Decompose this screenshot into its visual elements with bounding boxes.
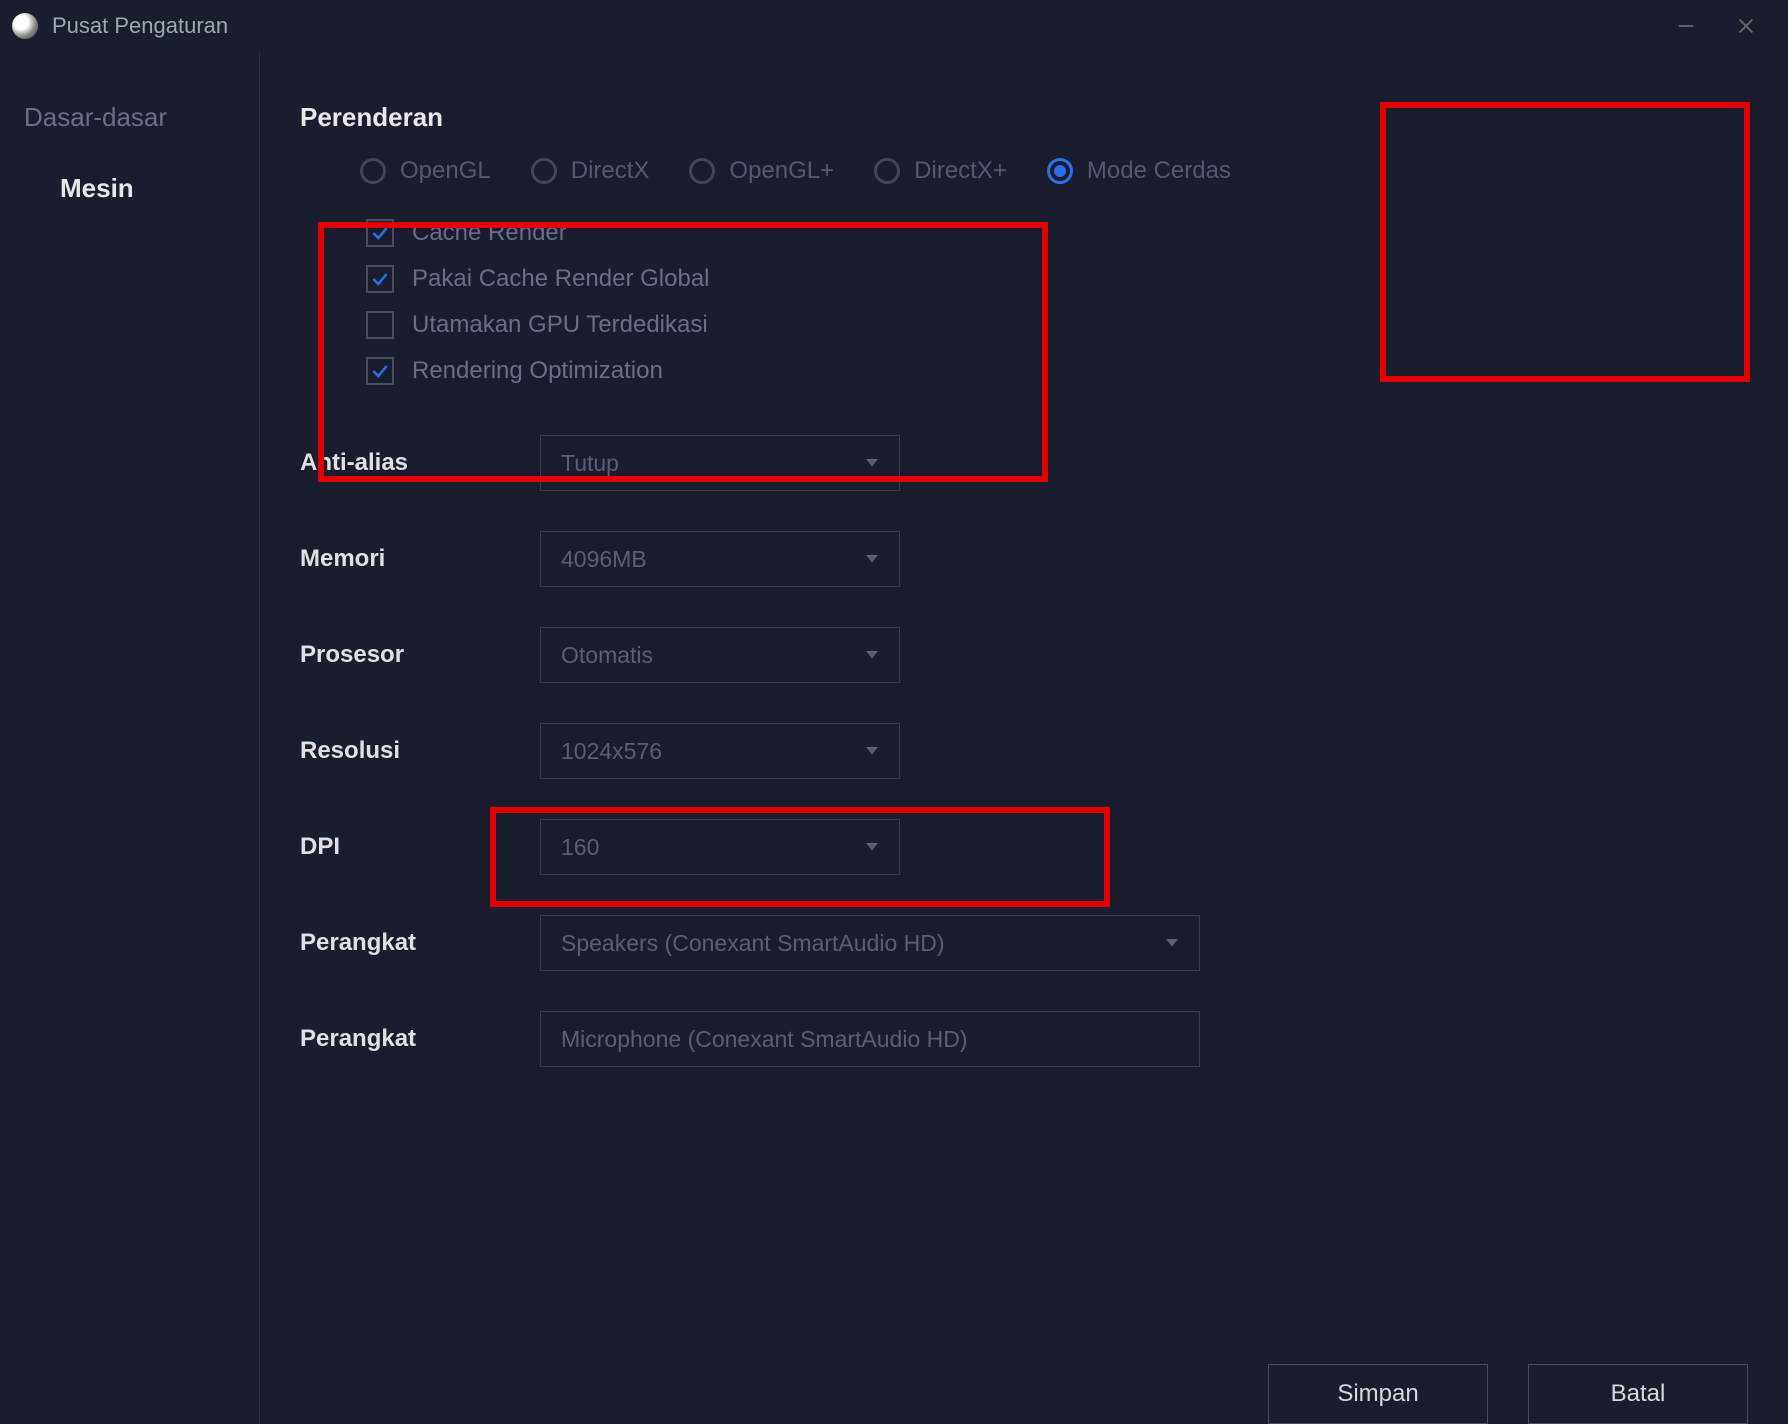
radio-label: DirectX+ — [914, 157, 1007, 185]
radio-dot-icon — [689, 158, 715, 184]
app-logo-icon — [12, 13, 38, 39]
label-processor: Prosesor — [300, 641, 540, 669]
select-value: 160 — [561, 834, 599, 861]
checkbox-render-optimization[interactable]: Rendering Optimization — [366, 357, 1070, 385]
chevron-down-icon — [863, 834, 881, 861]
chevron-down-icon — [1163, 930, 1181, 957]
sidebar-item-label: Dasar-dasar — [24, 102, 167, 132]
label-device-output: Perangkat — [300, 929, 540, 957]
footer: Simpan Batal — [1268, 1364, 1748, 1424]
radio-dot-icon — [874, 158, 900, 184]
radio-label: DirectX — [571, 157, 650, 185]
select-value: Speakers (Conexant SmartAudio HD) — [561, 930, 945, 957]
chevron-down-icon — [863, 642, 881, 669]
minimize-button[interactable] — [1656, 6, 1716, 46]
chevron-down-icon — [863, 546, 881, 573]
radio-dot-icon — [1047, 158, 1073, 184]
checkbox-global-cache[interactable]: Pakai Cache Render Global — [366, 265, 1070, 293]
select-processor[interactable]: Otomatis — [540, 627, 900, 683]
titlebar: Pusat Pengaturan — [0, 0, 1788, 52]
label-anti-alias: Anti-alias — [300, 449, 540, 477]
window-title: Pusat Pengaturan — [52, 13, 1656, 39]
select-value: Otomatis — [561, 642, 653, 669]
select-anti-alias[interactable]: Tutup — [540, 435, 900, 491]
button-label: Simpan — [1337, 1380, 1418, 1408]
checkbox-box-icon — [366, 357, 394, 385]
label-memory: Memori — [300, 545, 540, 573]
radio-opengl-plus[interactable]: OpenGL+ — [689, 157, 834, 185]
radio-directx-plus[interactable]: DirectX+ — [874, 157, 1007, 185]
minimize-icon — [1675, 15, 1697, 37]
sidebar: Dasar-dasar Mesin — [0, 52, 260, 1424]
select-value: 1024x576 — [561, 738, 662, 765]
label-dpi: DPI — [300, 833, 540, 861]
section-title-render: Perenderan — [300, 102, 1748, 133]
checkbox-label: Rendering Optimization — [412, 357, 663, 385]
checkbox-box-icon — [366, 219, 394, 247]
label-resolution: Resolusi — [300, 737, 540, 765]
sidebar-item-label: Mesin — [60, 173, 134, 203]
radio-label: Mode Cerdas — [1087, 157, 1231, 185]
select-value: 4096MB — [561, 546, 647, 573]
button-label: Batal — [1611, 1380, 1666, 1408]
select-memory[interactable]: 4096MB — [540, 531, 900, 587]
highlight-box — [1380, 102, 1750, 382]
render-mode-group: OpenGL DirectX OpenGL+ DirectX+ Mode Cer… — [360, 157, 1748, 185]
radio-directx[interactable]: DirectX — [531, 157, 650, 185]
select-resolution[interactable]: 1024x576 — [540, 723, 900, 779]
input-value: Microphone (Conexant SmartAudio HD) — [561, 1026, 968, 1053]
radio-dot-icon — [531, 158, 557, 184]
radio-label: OpenGL+ — [729, 157, 834, 185]
checkbox-cache-render[interactable]: Cache Render — [366, 219, 1070, 247]
checkbox-box-icon — [366, 265, 394, 293]
close-icon — [1735, 15, 1757, 37]
chevron-down-icon — [863, 450, 881, 477]
sidebar-item-engine[interactable]: Mesin — [0, 153, 259, 224]
close-button[interactable] — [1716, 6, 1776, 46]
sidebar-item-basics[interactable]: Dasar-dasar — [0, 82, 259, 153]
main-panel: Perenderan OpenGL DirectX OpenGL+ Direct… — [260, 52, 1788, 1424]
chevron-down-icon — [863, 738, 881, 765]
select-value: Tutup — [561, 450, 619, 477]
checkbox-label: Cache Render — [412, 219, 567, 247]
checkbox-dedicated-gpu[interactable]: Utamakan GPU Terdedikasi — [366, 311, 1070, 339]
save-button[interactable]: Simpan — [1268, 1364, 1488, 1424]
label-device-input: Perangkat — [300, 1025, 540, 1053]
checkbox-label: Utamakan GPU Terdedikasi — [412, 311, 708, 339]
checkbox-label: Pakai Cache Render Global — [412, 265, 710, 293]
radio-dot-icon — [360, 158, 386, 184]
select-dpi[interactable]: 160 — [540, 819, 900, 875]
cancel-button[interactable]: Batal — [1528, 1364, 1748, 1424]
select-device-output[interactable]: Speakers (Conexant SmartAudio HD) — [540, 915, 1200, 971]
radio-opengl[interactable]: OpenGL — [360, 157, 491, 185]
radio-label: OpenGL — [400, 157, 491, 185]
checkbox-box-icon — [366, 311, 394, 339]
radio-smart-mode[interactable]: Mode Cerdas — [1047, 157, 1231, 185]
input-device-input[interactable]: Microphone (Conexant SmartAudio HD) — [540, 1011, 1200, 1067]
render-checkbox-group: Cache Render Pakai Cache Render Global U… — [360, 209, 1080, 395]
